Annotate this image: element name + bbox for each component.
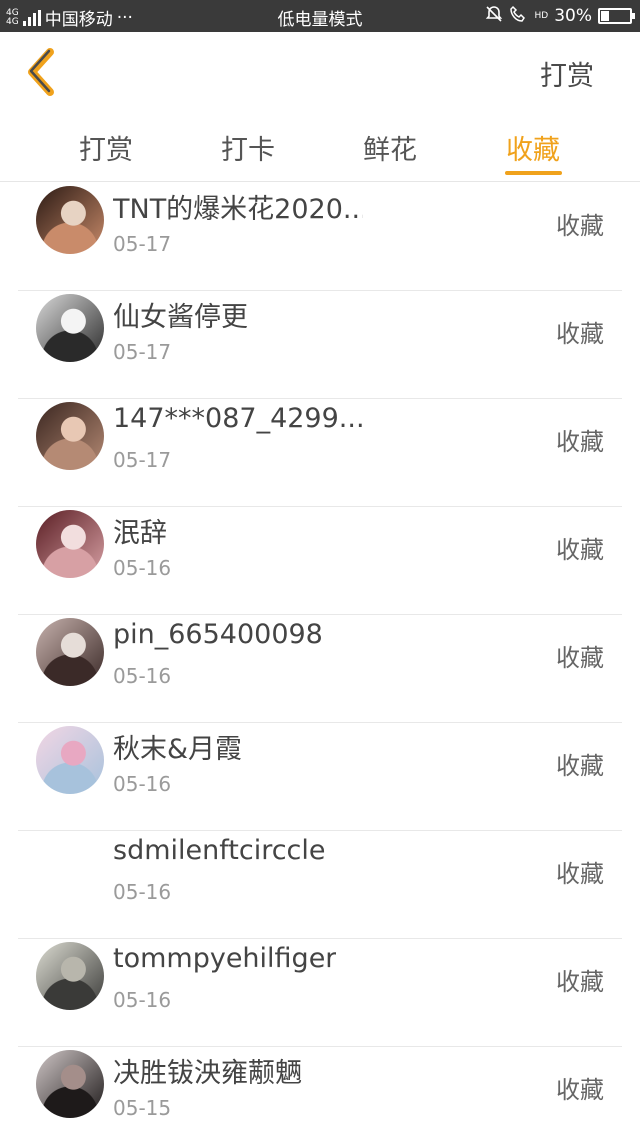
favorite-type-label: 收藏 xyxy=(556,212,604,240)
favorite-type-label: 收藏 xyxy=(556,644,604,672)
favorite-type-label: 收藏 xyxy=(556,968,604,996)
avatar[interactable] xyxy=(36,510,104,578)
avatar[interactable] xyxy=(36,618,104,686)
favorite-date: 05-16 xyxy=(113,556,172,580)
tab-reward[interactable]: 打赏 xyxy=(56,128,156,167)
favorites-list: TNT的爆米花2020... 05-17 收藏 仙女酱停更 05-17 收藏 147***0… xyxy=(0,182,640,1138)
list-item[interactable]: 泯辞 05-16 收藏 xyxy=(0,507,640,615)
list-item[interactable]: pin_665400098 05-16 收藏 xyxy=(0,615,640,723)
avatar[interactable] xyxy=(36,834,104,902)
favorite-type-label: 收藏 xyxy=(556,536,604,564)
user-name: 决胜钹泱雍颟魉 xyxy=(113,1058,302,1089)
favorite-date: 05-16 xyxy=(113,772,172,796)
avatar[interactable] xyxy=(36,942,104,1010)
favorite-type-label: 收藏 xyxy=(556,1076,604,1104)
favorite-type-label: 收藏 xyxy=(556,752,604,780)
favorite-date: 05-17 xyxy=(113,448,172,472)
battery-percent: 30% xyxy=(554,6,592,26)
favorite-type-label: 收藏 xyxy=(556,320,604,348)
avatar[interactable] xyxy=(36,726,104,794)
status-bar: 4G 4G 中国移动 ··· 低电量模式 HD 30% xyxy=(0,0,640,32)
favorite-type-label: 收藏 xyxy=(556,428,604,456)
avatar[interactable] xyxy=(36,402,104,470)
list-item[interactable]: 决胜钹泱雍颟魉 05-15 收藏 xyxy=(0,1047,640,1138)
battery-icon xyxy=(598,8,635,24)
favorite-date: 05-16 xyxy=(113,880,172,904)
favorite-date: 05-17 xyxy=(113,340,172,364)
back-button[interactable] xyxy=(22,46,62,98)
user-name: 147***087_4299... xyxy=(113,403,363,434)
favorite-date: 05-16 xyxy=(113,664,172,688)
user-name: tommpyehilfiger xyxy=(113,943,337,974)
tab-favorites[interactable]: 收藏 xyxy=(483,128,583,167)
list-item[interactable]: tommpyehilfiger 05-16 收藏 xyxy=(0,939,640,1047)
chevron-left-icon xyxy=(28,48,54,96)
favorite-date: 05-17 xyxy=(113,232,172,256)
list-item[interactable]: TNT的爆米花2020... 05-17 收藏 xyxy=(0,183,640,291)
list-item[interactable]: 秋末&月霞 05-16 收藏 xyxy=(0,723,640,831)
user-name: TNT的爆米花2020... xyxy=(113,194,363,225)
avatar[interactable] xyxy=(36,1050,104,1118)
favorite-type-label: 收藏 xyxy=(556,860,604,888)
active-tab-indicator xyxy=(505,171,562,175)
favorite-date: 05-16 xyxy=(113,988,172,1012)
avatar[interactable] xyxy=(36,294,104,362)
bell-muted-icon xyxy=(485,5,503,27)
favorite-date: 05-15 xyxy=(113,1096,172,1120)
list-item[interactable]: 147***087_4299... 05-17 收藏 xyxy=(0,399,640,507)
hd-call-icon xyxy=(509,5,529,27)
hd-label: HD xyxy=(534,11,549,21)
header: 打赏 xyxy=(0,32,640,110)
status-right: HD 30% xyxy=(485,5,635,27)
tab-flowers[interactable]: 鲜花 xyxy=(340,128,440,167)
avatar[interactable] xyxy=(36,186,104,254)
reward-button[interactable]: 打赏 xyxy=(540,54,594,93)
tab-check-in[interactable]: 打卡 xyxy=(198,128,298,167)
user-name: 泯辞 xyxy=(113,518,167,549)
user-name: pin_665400098 xyxy=(113,619,323,650)
user-name: sdmilenftcirccle xyxy=(113,835,326,866)
user-name: 仙女酱停更 xyxy=(113,302,248,333)
list-item[interactable]: 仙女酱停更 05-17 收藏 xyxy=(0,291,640,399)
list-item[interactable]: sdmilenftcirccle 05-16 收藏 xyxy=(0,831,640,939)
user-name: 秋末&月霞 xyxy=(113,734,243,765)
